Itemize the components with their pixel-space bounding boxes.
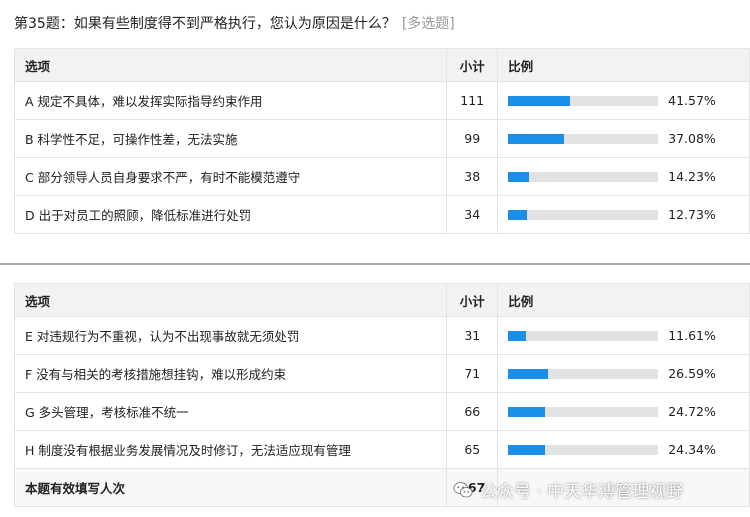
option-count: 34 bbox=[446, 195, 499, 234]
percent-label: 26.59% bbox=[668, 366, 716, 381]
table-row: C 部分领导人员自身要求不严，有时不能模范遵守 38 14.23% bbox=[13, 157, 750, 196]
total-label: 本题有效填写人次 bbox=[13, 468, 448, 507]
progress-bar-track bbox=[508, 368, 659, 379]
option-ratio: 14.23% bbox=[497, 157, 750, 196]
progress-bar-track bbox=[508, 406, 659, 417]
progress-bar-fill bbox=[508, 368, 549, 379]
header-ratio: 比例 bbox=[497, 283, 750, 317]
progress-bar-track bbox=[508, 444, 659, 455]
option-count: 99 bbox=[446, 119, 499, 158]
progress-bar-fill bbox=[508, 209, 528, 220]
results-table-1: 选项 小计 比例 A 规定不具体，难以发挥实际指导约束作用 111 41.57% B … bbox=[13, 48, 750, 234]
header-count: 小计 bbox=[446, 283, 499, 317]
progress-bar-fill bbox=[508, 330, 526, 341]
table-row: G 多头管理，考核标准不统一 66 24.72% bbox=[13, 392, 750, 431]
table-row: D 出于对员工的照顾，降低标准进行处罚 34 12.73% bbox=[13, 195, 750, 234]
option-label: H 制度没有根据业务发展情况及时修订，无法适应现有管理 bbox=[13, 430, 448, 469]
progress-bar-track bbox=[508, 330, 659, 341]
percent-label: 14.23% bbox=[668, 169, 716, 184]
table-row: F 没有与相关的考核措施想挂钩，难以形成约束 71 26.59% bbox=[13, 354, 750, 393]
progress-bar-fill bbox=[508, 133, 564, 144]
table-row: B 科学性不足，可操作性差，无法实施 99 37.08% bbox=[13, 119, 750, 158]
header-option: 选项 bbox=[13, 283, 448, 317]
percent-label: 24.72% bbox=[668, 404, 716, 419]
question-title-text: 第35题：如果有些制度得不到严格执行，您认为原因是什么？ bbox=[14, 16, 396, 32]
option-count: 31 bbox=[446, 316, 499, 355]
option-ratio: 41.57% bbox=[497, 81, 750, 120]
option-ratio: 11.61% bbox=[497, 316, 750, 355]
option-count: 71 bbox=[446, 354, 499, 393]
option-label: F 没有与相关的考核措施想挂钩，难以形成约束 bbox=[13, 354, 448, 393]
option-label: A 规定不具体，难以发挥实际指导约束作用 bbox=[13, 81, 448, 120]
percent-label: 12.73% bbox=[668, 207, 716, 222]
table-header-row: 选项 小计 比例 bbox=[13, 48, 750, 82]
progress-bar-fill bbox=[508, 406, 546, 417]
header-count: 小计 bbox=[446, 48, 499, 82]
progress-bar-fill bbox=[508, 171, 530, 182]
option-count: 66 bbox=[446, 392, 499, 431]
percent-label: 37.08% bbox=[668, 131, 716, 146]
progress-bar-track bbox=[508, 133, 659, 144]
option-label: B 科学性不足，可操作性差，无法实施 bbox=[13, 119, 448, 158]
option-count: 38 bbox=[446, 157, 499, 196]
option-count: 111 bbox=[446, 81, 499, 120]
section-divider bbox=[0, 263, 750, 265]
option-label: E 对违规行为不重视，认为不出现事故就无须处罚 bbox=[13, 316, 448, 355]
option-ratio: 24.34% bbox=[497, 430, 750, 469]
table-header-row: 选项 小计 比例 bbox=[13, 283, 750, 317]
percent-label: 11.61% bbox=[668, 328, 716, 343]
watermark-text: 公众号 · 中天华溥管理视野 bbox=[480, 482, 684, 502]
progress-bar-track bbox=[508, 95, 659, 106]
table-row: H 制度没有根据业务发展情况及时修订，无法适应现有管理 65 24.34% bbox=[13, 430, 750, 469]
option-ratio: 26.59% bbox=[497, 354, 750, 393]
percent-label: 24.34% bbox=[668, 442, 716, 457]
header-ratio: 比例 bbox=[497, 48, 750, 82]
option-count: 65 bbox=[446, 430, 499, 469]
option-ratio: 12.73% bbox=[497, 195, 750, 234]
watermark: 公众号 · 中天华溥管理视野 bbox=[452, 477, 683, 502]
option-ratio: 37.08% bbox=[497, 119, 750, 158]
progress-bar-track bbox=[508, 171, 659, 182]
question-title: 第35题：如果有些制度得不到严格执行，您认为原因是什么？ [多选题] bbox=[14, 13, 455, 33]
table-row: A 规定不具体，难以发挥实际指导约束作用 111 41.57% bbox=[13, 81, 750, 120]
option-ratio: 24.72% bbox=[497, 392, 750, 431]
progress-bar-fill bbox=[508, 444, 545, 455]
option-label: D 出于对员工的照顾，降低标准进行处罚 bbox=[13, 195, 448, 234]
question-type-tag: [多选题] bbox=[401, 16, 455, 32]
progress-bar-track bbox=[508, 209, 659, 220]
option-label: G 多头管理，考核标准不统一 bbox=[13, 392, 448, 431]
percent-label: 41.57% bbox=[668, 93, 716, 108]
results-table-2: 选项 小计 比例 E 对违规行为不重视，认为不出现事故就无须处罚 31 11.61%… bbox=[13, 283, 750, 507]
progress-bar-fill bbox=[508, 95, 571, 106]
wechat-icon bbox=[453, 481, 473, 497]
header-option: 选项 bbox=[13, 48, 448, 82]
table-row: E 对违规行为不重视，认为不出现事故就无须处罚 31 11.61% bbox=[13, 316, 750, 355]
option-label: C 部分领导人员自身要求不严，有时不能模范遵守 bbox=[13, 157, 448, 196]
